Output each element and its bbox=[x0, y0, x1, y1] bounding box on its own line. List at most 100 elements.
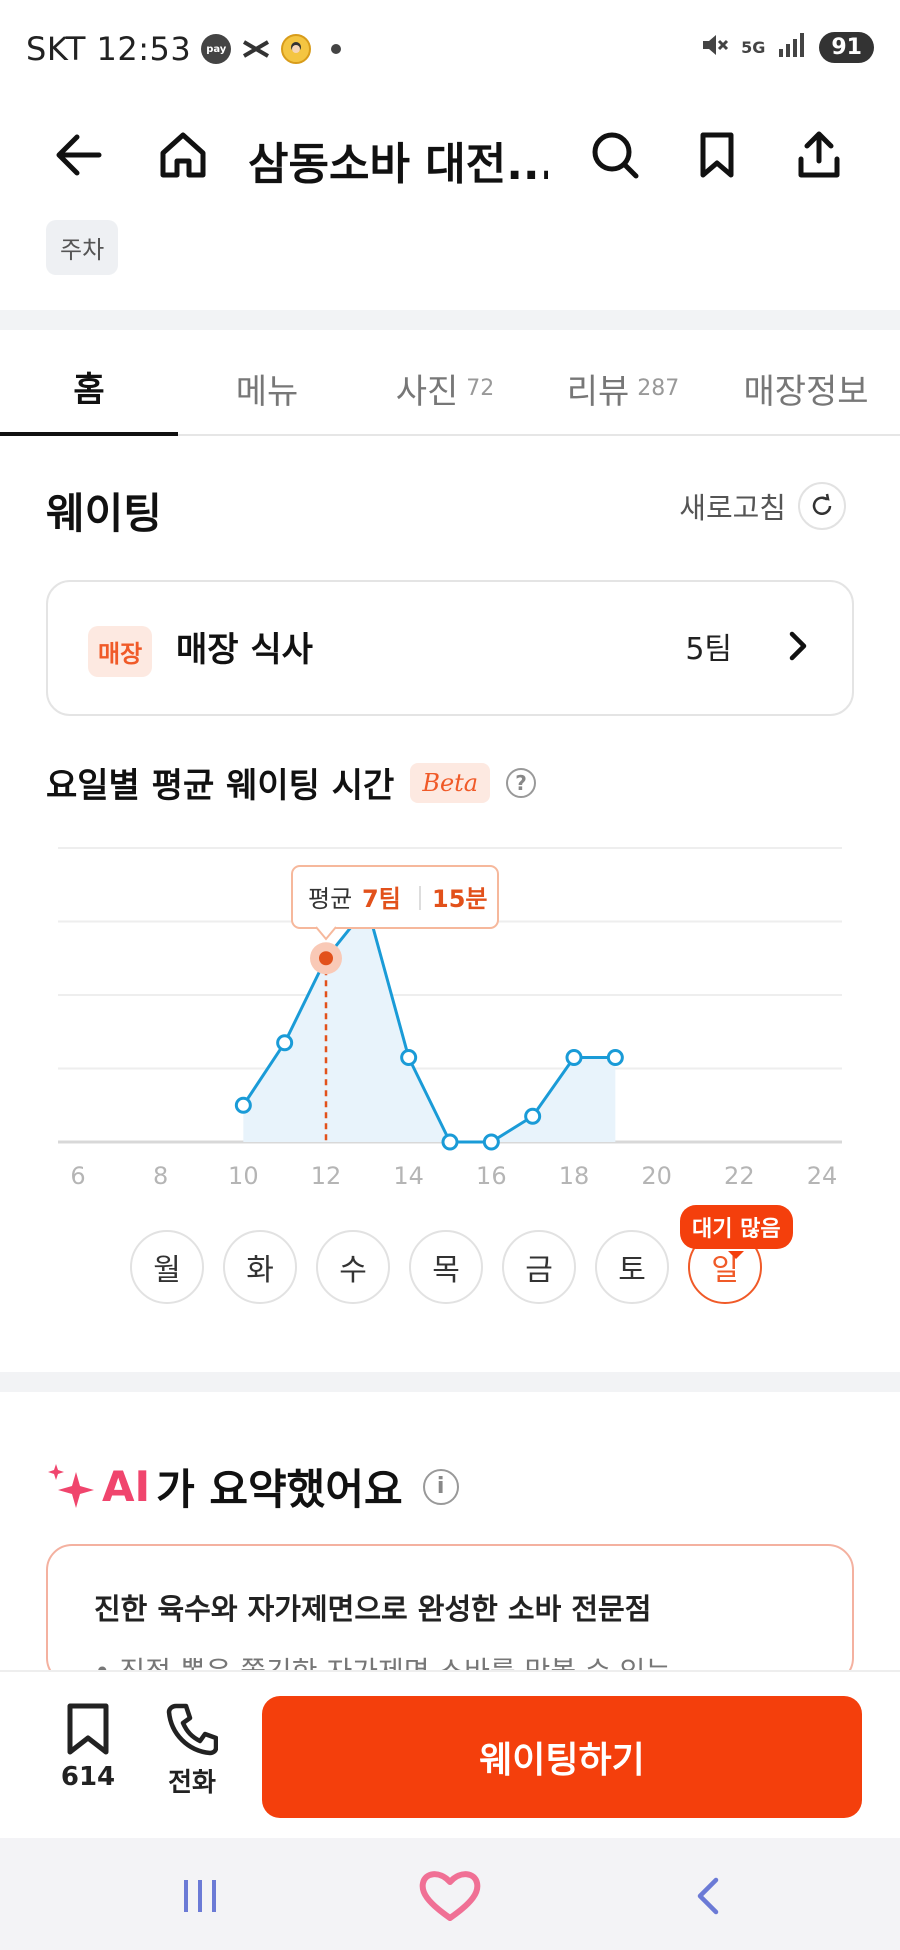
pay-icon: pay bbox=[201, 34, 232, 64]
parking-chip[interactable]: 주차 bbox=[46, 220, 119, 275]
avatar-icon bbox=[281, 34, 312, 64]
day-sat[interactable]: 토 bbox=[595, 1230, 669, 1304]
tab-count: 287 bbox=[637, 375, 680, 401]
tab-reviews[interactable]: 리뷰 287 bbox=[534, 340, 712, 436]
bookmark-icon bbox=[700, 132, 734, 178]
x-tick-label: 18 bbox=[559, 1162, 590, 1190]
tab-store-info[interactable]: 매장정보 bbox=[712, 340, 900, 436]
x-tick-label: 10 bbox=[228, 1162, 259, 1190]
busy-tag: 대기 많음 bbox=[680, 1205, 793, 1259]
bookmark-button[interactable] bbox=[682, 120, 752, 190]
tab-label: 매장정보 bbox=[743, 371, 869, 412]
data-point bbox=[565, 1048, 583, 1066]
tab-home[interactable]: 홈 bbox=[0, 340, 178, 436]
info-icon[interactable]: i bbox=[422, 1468, 459, 1505]
bookmark-icon bbox=[67, 1703, 109, 1755]
x-tick-label: 24 bbox=[807, 1162, 838, 1190]
bookmark-count: 614 bbox=[60, 1762, 116, 1792]
heart-home-icon bbox=[419, 1871, 481, 1921]
waiting-button[interactable]: 웨이팅하기 bbox=[262, 1696, 862, 1818]
waiting-chart: 6 8 10 12 14 16 18 20 22 24 평균 7팀 15분 bbox=[0, 830, 900, 1210]
back-arrow-icon bbox=[56, 134, 102, 176]
battery-indicator: 91 bbox=[819, 31, 874, 63]
home-nav-button[interactable] bbox=[412, 1868, 488, 1924]
status-time: SKT 12:53 bbox=[26, 30, 192, 68]
section-divider bbox=[0, 1372, 900, 1392]
dine-in-card[interactable]: 매장 매장 식사 5팀 bbox=[46, 580, 854, 716]
chart-area bbox=[243, 906, 616, 1142]
x-tick-label: 8 bbox=[153, 1162, 168, 1190]
capcut-icon bbox=[241, 34, 271, 64]
dot-icon bbox=[321, 34, 351, 64]
share-button[interactable] bbox=[784, 120, 854, 190]
call-button[interactable]: 전화 bbox=[152, 1702, 232, 1799]
ai-summary-title: AI 가 요약했어요 i bbox=[46, 1456, 459, 1517]
day-fri[interactable]: 금 bbox=[502, 1230, 576, 1304]
tab-label: 홈 bbox=[73, 369, 105, 410]
x-tick-label: 20 bbox=[641, 1162, 672, 1190]
page-header: 삼동소바 대전... bbox=[0, 110, 900, 200]
back-button[interactable] bbox=[44, 120, 114, 190]
system-nav-bar bbox=[0, 1838, 900, 1950]
home-button[interactable] bbox=[148, 120, 218, 190]
sparkle-icon bbox=[48, 1463, 94, 1508]
data-point bbox=[234, 1096, 252, 1114]
tab-label: 메뉴 bbox=[235, 371, 299, 412]
data-point bbox=[400, 1048, 418, 1066]
tab-label: 리뷰 bbox=[566, 371, 630, 412]
data-point bbox=[524, 1107, 542, 1125]
signal-icon bbox=[777, 31, 807, 63]
tooltip-pointer bbox=[315, 926, 337, 941]
help-icon[interactable]: ? bbox=[506, 767, 537, 798]
x-tick-label: 14 bbox=[393, 1162, 424, 1190]
bottom-action-bar: 614 전화 웨이팅하기 bbox=[0, 1670, 900, 1838]
tab-count: 72 bbox=[466, 375, 495, 401]
section-divider bbox=[0, 310, 900, 330]
ai-summary-card: 진한 육수와 자가제면으로 완성한 소바 전문점 • 직접 뽑은 쫄깃한 자가제… bbox=[46, 1544, 854, 1684]
ai-label: AI bbox=[102, 1462, 151, 1511]
x-tick-label: 16 bbox=[476, 1162, 507, 1190]
ai-title-text: 가 요약했어요 bbox=[156, 1465, 403, 1514]
chart-title-text: 요일별 평균 웨이팅 시간 bbox=[46, 766, 395, 806]
day-mon[interactable]: 월 bbox=[130, 1230, 204, 1304]
data-point bbox=[441, 1133, 459, 1151]
call-label: 전화 bbox=[168, 1768, 216, 1798]
tooltip-prefix: 평균 bbox=[308, 885, 352, 913]
dine-in-label: 매장 식사 bbox=[176, 630, 313, 670]
page-title: 삼동소바 대전... bbox=[248, 139, 548, 190]
status-bar: SKT 12:53 pay 5G 91 bbox=[0, 0, 900, 100]
recent-apps-icon bbox=[184, 1880, 216, 1912]
search-icon bbox=[592, 132, 639, 179]
mute-icon bbox=[699, 30, 729, 64]
data-point bbox=[482, 1133, 500, 1151]
x-tick-label: 12 bbox=[311, 1162, 342, 1190]
back-icon bbox=[697, 1877, 719, 1915]
chart-title: 요일별 평균 웨이팅 시간 Beta ? bbox=[46, 758, 537, 807]
search-button[interactable] bbox=[580, 120, 650, 190]
back-nav-button[interactable] bbox=[680, 1868, 740, 1924]
beta-badge: Beta bbox=[410, 762, 491, 803]
tooltip-minutes: 15분 bbox=[432, 885, 487, 913]
ai-summary-headline: 진한 육수와 자가제면으로 완성한 소바 전문점 bbox=[94, 1592, 652, 1626]
waiting-chart-svg: 6 8 10 12 14 16 18 20 22 24 평균 7팀 15분 bbox=[58, 847, 842, 1190]
dine-in-badge: 매장 bbox=[88, 626, 153, 677]
day-wed[interactable]: 수 bbox=[316, 1230, 390, 1304]
tab-menu[interactable]: 메뉴 bbox=[178, 340, 356, 436]
bookmark-count-button[interactable]: 614 bbox=[48, 1702, 128, 1792]
refresh-icon bbox=[798, 482, 846, 530]
tab-label: 사진 bbox=[395, 371, 459, 412]
data-point bbox=[276, 1034, 294, 1052]
refresh-button[interactable]: 새로고침 bbox=[679, 482, 846, 530]
waiting-title: 웨이팅 bbox=[46, 489, 162, 538]
day-tue[interactable]: 화 bbox=[223, 1230, 297, 1304]
phone-icon bbox=[166, 1703, 218, 1756]
tab-photos[interactable]: 사진 72 bbox=[356, 340, 534, 436]
day-thu[interactable]: 목 bbox=[409, 1230, 483, 1304]
share-icon bbox=[798, 131, 840, 178]
highlight-point bbox=[319, 951, 333, 966]
day-selector: 월 화 수 목 금 토 일 bbox=[130, 1230, 762, 1304]
chevron-right-icon bbox=[784, 628, 812, 668]
waiting-team-count: 5팀 bbox=[685, 632, 732, 667]
network-label: 5G bbox=[741, 37, 766, 57]
recent-apps-button[interactable] bbox=[170, 1868, 230, 1924]
